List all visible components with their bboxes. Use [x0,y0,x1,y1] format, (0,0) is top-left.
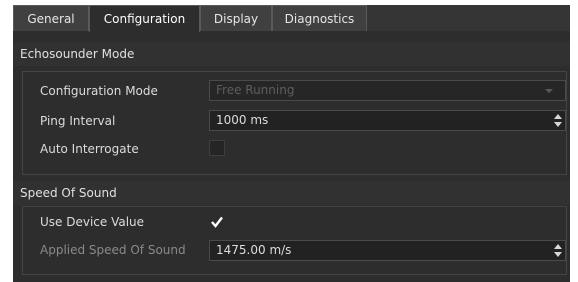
tab-display[interactable]: Display [200,5,272,31]
chevron-down-icon [545,89,553,93]
auto-interrogate-label: Auto Interrogate [40,142,139,156]
ping-interval-label: Ping Interval [40,114,116,128]
up-down-arrows-icon[interactable] [553,243,563,258]
configuration-mode-dropdown[interactable]: Free Running [209,80,566,101]
checkmark-icon [211,216,223,228]
use-device-value-checkbox[interactable] [209,214,225,230]
section-title-speed-of-sound: Speed Of Sound [13,181,570,205]
auto-interrogate-checkbox[interactable] [209,140,225,156]
tab-diagnostics[interactable]: Diagnostics [272,5,367,31]
applied-speed-of-sound-value: 1475.00 m/s [216,243,292,257]
use-device-value-label: Use Device Value [40,215,145,229]
configuration-mode-label: Configuration Mode [40,84,158,98]
applied-speed-of-sound-label: Applied Speed Of Sound [40,243,186,257]
section-title-echosounder-mode: Echosounder Mode [13,42,570,66]
applied-speed-of-sound-spinbox[interactable]: 1475.00 m/s [209,240,566,261]
up-down-arrows-icon[interactable] [553,113,563,128]
configuration-panel: General Configuration Display Diagnostic… [13,5,570,282]
tab-bar: General Configuration Display Diagnostic… [13,5,570,32]
ping-interval-spinbox[interactable]: 1000 ms [209,110,566,131]
configuration-mode-value: Free Running [216,83,295,97]
ping-interval-value: 1000 ms [216,113,269,127]
tab-configuration[interactable]: Configuration [89,5,200,32]
tab-general[interactable]: General [13,5,89,31]
